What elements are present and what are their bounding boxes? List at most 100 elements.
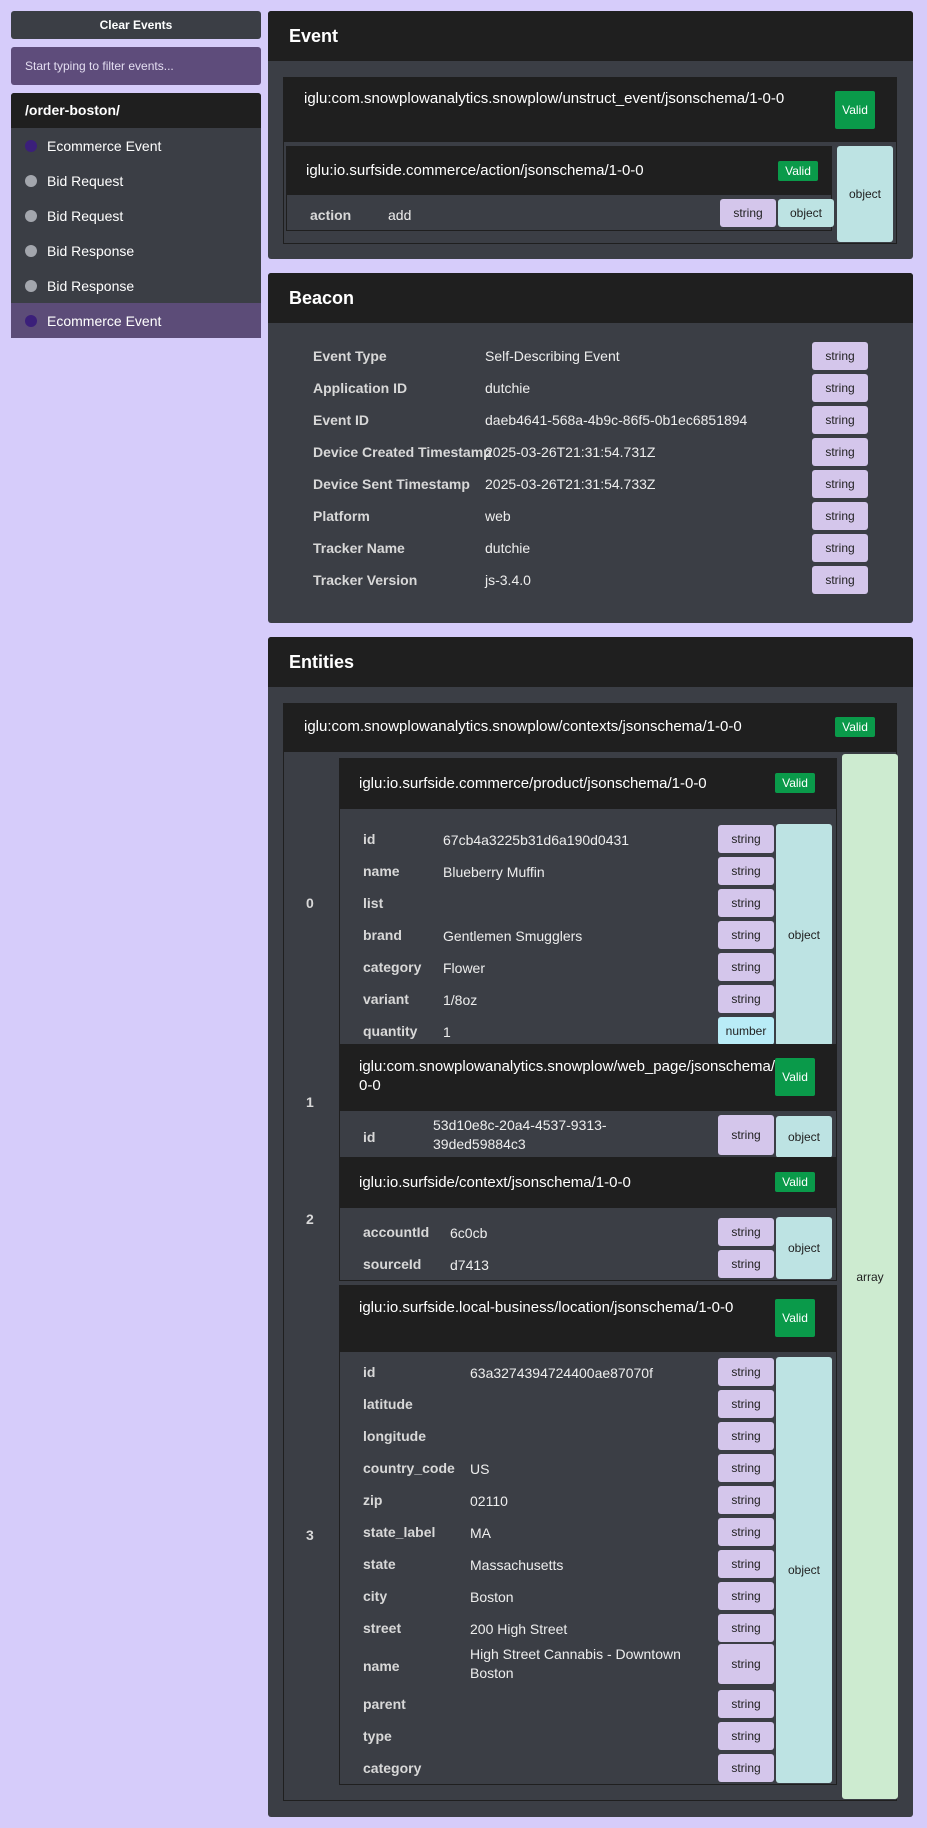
type-badge: string <box>718 1250 774 1278</box>
event-item-label: Bid Request <box>47 172 124 189</box>
event-panel-title: Event <box>268 11 913 61</box>
sidebar: Clear Events Start typing to filter even… <box>11 11 261 338</box>
type-badge: string <box>718 1454 774 1482</box>
type-badge: string <box>718 1690 774 1718</box>
event-item-label: Bid Request <box>47 207 124 224</box>
action-schema-name: iglu:io.surfside.commerce/action/jsonsch… <box>306 162 644 179</box>
event-status-dot-icon <box>25 174 37 187</box>
type-badge: string <box>718 1390 774 1418</box>
entity-field-key: brand <box>363 927 402 943</box>
unstruct-schema-header <box>284 78 896 142</box>
event-panel: Event iglu:com.snowplowanalytics.snowplo… <box>268 11 913 259</box>
entity-field-value: 1 <box>443 1024 451 1040</box>
entity-valid-badge: Valid <box>775 1299 815 1337</box>
type-badge: string <box>812 470 868 498</box>
entity-index: 0 <box>306 895 314 911</box>
beacon-field-key: Event Type <box>313 348 387 364</box>
entity-field-key: variant <box>363 991 409 1007</box>
event-list-item[interactable]: Ecommerce Event <box>11 128 261 163</box>
entity-field-key: city <box>363 1588 388 1604</box>
object-type-badge: object <box>776 1357 832 1783</box>
beacon-field-key: Device Sent Timestamp <box>313 476 470 492</box>
type-badge: string <box>718 1115 774 1155</box>
unstruct-event-card: iglu:com.snowplowanalytics.snowplow/unst… <box>283 77 897 244</box>
beacon-field-key: Tracker Name <box>313 540 405 556</box>
type-badge: string <box>718 1754 774 1782</box>
event-status-dot-icon <box>25 279 37 292</box>
type-badge: string <box>812 502 868 530</box>
contexts-schema-name: iglu:com.snowplowanalytics.snowplow/cont… <box>304 718 742 735</box>
entity-field-key: latitude <box>363 1396 413 1412</box>
beacon-field-value: Self-Describing Event <box>485 348 620 364</box>
field-key: action <box>310 207 352 223</box>
entity-field-value: 53d10e8c-20a4-4537-9313-39ded59884c3 <box>433 1117 607 1152</box>
event-list-item-selected[interactable]: Ecommerce Event <box>11 303 261 338</box>
entity-valid-badge: Valid <box>775 1172 815 1192</box>
event-list-item[interactable]: Bid Response <box>11 268 261 303</box>
beacon-field-key: Platform <box>313 508 370 524</box>
beacon-field-value: 2025-03-26T21:31:54.733Z <box>485 476 656 492</box>
contexts-valid-badge: Valid <box>835 717 875 737</box>
object-type-badge: object <box>778 199 834 227</box>
entity-valid-badge: Valid <box>775 1058 815 1096</box>
event-item-label: Ecommerce Event <box>47 137 162 154</box>
entity-index: 2 <box>306 1211 314 1227</box>
entity-field-value: 1/8oz <box>443 992 478 1008</box>
type-badge: string <box>718 1218 774 1246</box>
entity-field-value: Gentlemen Smugglers <box>443 928 583 944</box>
beacon-field-key: Tracker Version <box>313 572 418 588</box>
action-schema-card: iglu:io.surfside.commerce/action/jsonsch… <box>286 146 834 231</box>
object-type-badge: object <box>837 146 893 242</box>
unstruct-schema-name: iglu:com.snowplowanalytics.snowplow/unst… <box>304 90 785 107</box>
entity-index: 1 <box>306 1094 314 1110</box>
type-badge: string <box>718 1582 774 1610</box>
type-badge: string <box>812 566 868 594</box>
event-list-item[interactable]: Bid Response <box>11 233 261 268</box>
entity-field-value: High Street Cannabis - Downtown Boston <box>470 1646 681 1681</box>
contexts-card: iglu:com.snowplowanalytics.snowplow/cont… <box>283 703 898 1801</box>
beacon-field-value: dutchie <box>485 540 531 556</box>
event-status-dot-icon <box>25 314 37 327</box>
event-list-item[interactable]: Bid Request <box>11 163 261 198</box>
type-badge: string <box>718 857 774 885</box>
type-badge: string <box>718 1422 774 1450</box>
entity-field-key: id <box>363 1364 376 1380</box>
entity-field-value: 67cb4a3225b31d6a190d0431 <box>443 832 630 848</box>
entity-field-key: id <box>363 831 376 847</box>
event-status-dot-icon <box>25 139 37 152</box>
entity-schema-name: iglu:io.surfside.commerce/product/jsonsc… <box>359 775 707 792</box>
beacon-field-value: js-3.4.0 <box>485 572 531 588</box>
event-item-label: Bid Response <box>47 277 135 294</box>
entity-valid-badge: Valid <box>775 773 815 793</box>
filter-events-input[interactable]: Start typing to filter events... <box>11 47 261 85</box>
entity-field-key: id <box>363 1129 376 1145</box>
event-group-title[interactable]: /order-boston/ <box>11 93 261 128</box>
type-badge: string <box>718 1550 774 1578</box>
type-badge: string <box>718 1358 774 1386</box>
event-status-dot-icon <box>25 209 37 222</box>
type-badge: string <box>812 534 868 562</box>
event-item-label: Ecommerce Event <box>47 312 162 329</box>
event-list-item[interactable]: Bid Request <box>11 198 261 233</box>
event-item-label: Bid Response <box>47 242 135 259</box>
entity-field-key: category <box>363 959 422 975</box>
type-badge: string <box>718 1614 774 1642</box>
entity-field-key: country_code <box>363 1460 455 1476</box>
entity-field-key: category <box>363 1760 422 1776</box>
entity-card: iglu:io.surfside/context/jsonschema/1-0-… <box>339 1157 837 1281</box>
type-badge: string <box>812 374 868 402</box>
entity-field-key: accountId <box>363 1224 430 1240</box>
type-badge: string <box>718 921 774 949</box>
beacon-field-value: web <box>485 508 511 524</box>
beacon-field-key: Event ID <box>313 412 370 428</box>
type-badge: string <box>718 1644 774 1684</box>
event-list: /order-boston/ Ecommerce Event Bid Reque… <box>11 93 261 338</box>
entity-schema-name: iglu:com.snowplowanalytics.snowplow/web_… <box>359 1058 789 1094</box>
type-badge: string <box>718 1722 774 1750</box>
type-badge: number <box>718 1017 774 1045</box>
entity-card: iglu:io.surfside.commerce/product/jsonsc… <box>339 758 837 1048</box>
type-badge: string <box>718 953 774 981</box>
clear-events-button[interactable]: Clear Events <box>11 11 261 39</box>
entity-field-key: zip <box>363 1492 383 1508</box>
beacon-field-key: Application ID <box>313 380 408 396</box>
